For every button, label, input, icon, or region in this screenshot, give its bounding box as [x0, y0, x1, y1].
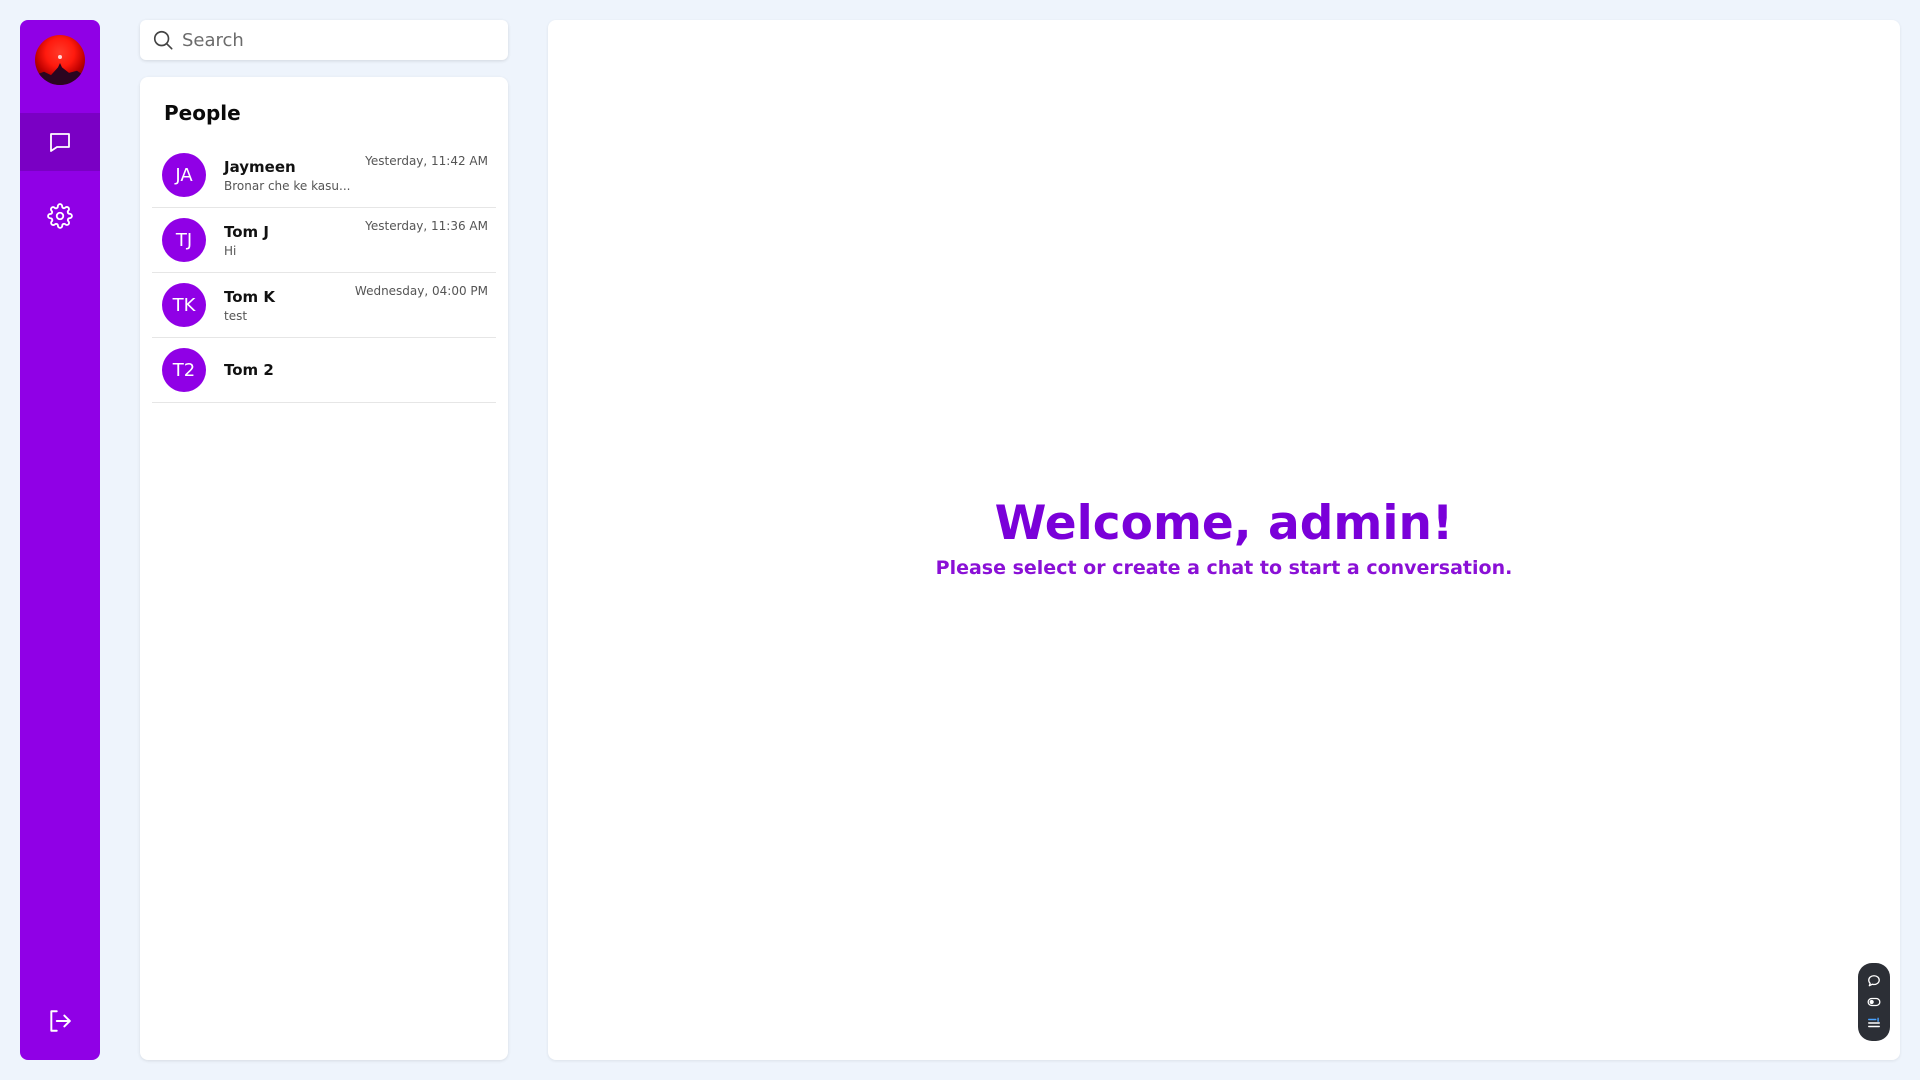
- logout-button[interactable]: [20, 992, 100, 1050]
- person-last-message: Hi: [224, 243, 237, 258]
- floating-widget: [1858, 963, 1890, 1041]
- widget-chat-button[interactable]: [1864, 972, 1884, 990]
- person-avatar: TK: [162, 283, 206, 327]
- sidebar-item-chats[interactable]: [20, 113, 100, 171]
- list-item-person[interactable]: JA Jaymeen Bronar che ke kasu... Yesterd…: [152, 143, 496, 208]
- people-title: People: [164, 101, 241, 125]
- chat-bubble-icon: [1868, 975, 1880, 987]
- sidebar-item-settings[interactable]: [20, 187, 100, 245]
- gear-icon: [47, 203, 73, 229]
- search-box: [140, 20, 508, 60]
- person-last-message: test: [224, 308, 248, 323]
- welcome-subtitle: Please select or create a chat to start …: [935, 557, 1513, 579]
- person-avatar: T2: [162, 348, 206, 392]
- person-name: Jaymeen: [224, 157, 296, 176]
- list-icon: [1868, 1017, 1880, 1027]
- widget-list-button[interactable]: [1864, 1014, 1884, 1032]
- person-info: Jaymeen Bronar che ke kasu...: [224, 158, 364, 193]
- person-avatar: JA: [162, 153, 206, 197]
- search-icon: [153, 30, 173, 50]
- list-item-person[interactable]: T2 Tom 2: [152, 338, 496, 403]
- person-timestamp: Yesterday, 11:42 AM: [365, 154, 488, 168]
- person-last-message: Bronar che ke kasu...: [224, 178, 351, 193]
- person-avatar: TJ: [162, 218, 206, 262]
- person-name: Tom K: [224, 287, 276, 306]
- logout-icon: [50, 1010, 71, 1032]
- search-input[interactable]: [182, 29, 482, 51]
- list-item-person[interactable]: TJ Tom J Hi Yesterday, 11:36 AM: [152, 208, 496, 273]
- welcome-heading: Welcome, admin!: [994, 496, 1454, 551]
- people-list: JA Jaymeen Bronar che ke kasu... Yesterd…: [152, 143, 496, 403]
- person-name: Tom 2: [224, 361, 274, 379]
- avatar-sun-dot: [58, 55, 62, 59]
- person-info: Tom J Hi: [224, 223, 364, 258]
- widget-toggle-button[interactable]: [1864, 993, 1884, 1011]
- people-panel: People JA Jaymeen Bronar che ke kasu... …: [140, 77, 508, 1060]
- main-chat-area: Welcome, admin! Please select or create …: [548, 20, 1900, 1060]
- person-timestamp: Yesterday, 11:36 AM: [365, 219, 488, 233]
- sidebar: [20, 20, 100, 1060]
- user-avatar[interactable]: [35, 35, 85, 85]
- list-item-person[interactable]: TK Tom K test Wednesday, 04:00 PM: [152, 273, 496, 338]
- person-name: Tom J: [224, 222, 269, 241]
- toggle-icon: [1867, 997, 1881, 1007]
- person-timestamp: Wednesday, 04:00 PM: [354, 284, 488, 298]
- person-info: Tom 2: [224, 361, 364, 379]
- person-info: Tom K test: [224, 288, 364, 323]
- chat-icon: [50, 133, 70, 152]
- avatar-silhouette: [35, 63, 85, 85]
